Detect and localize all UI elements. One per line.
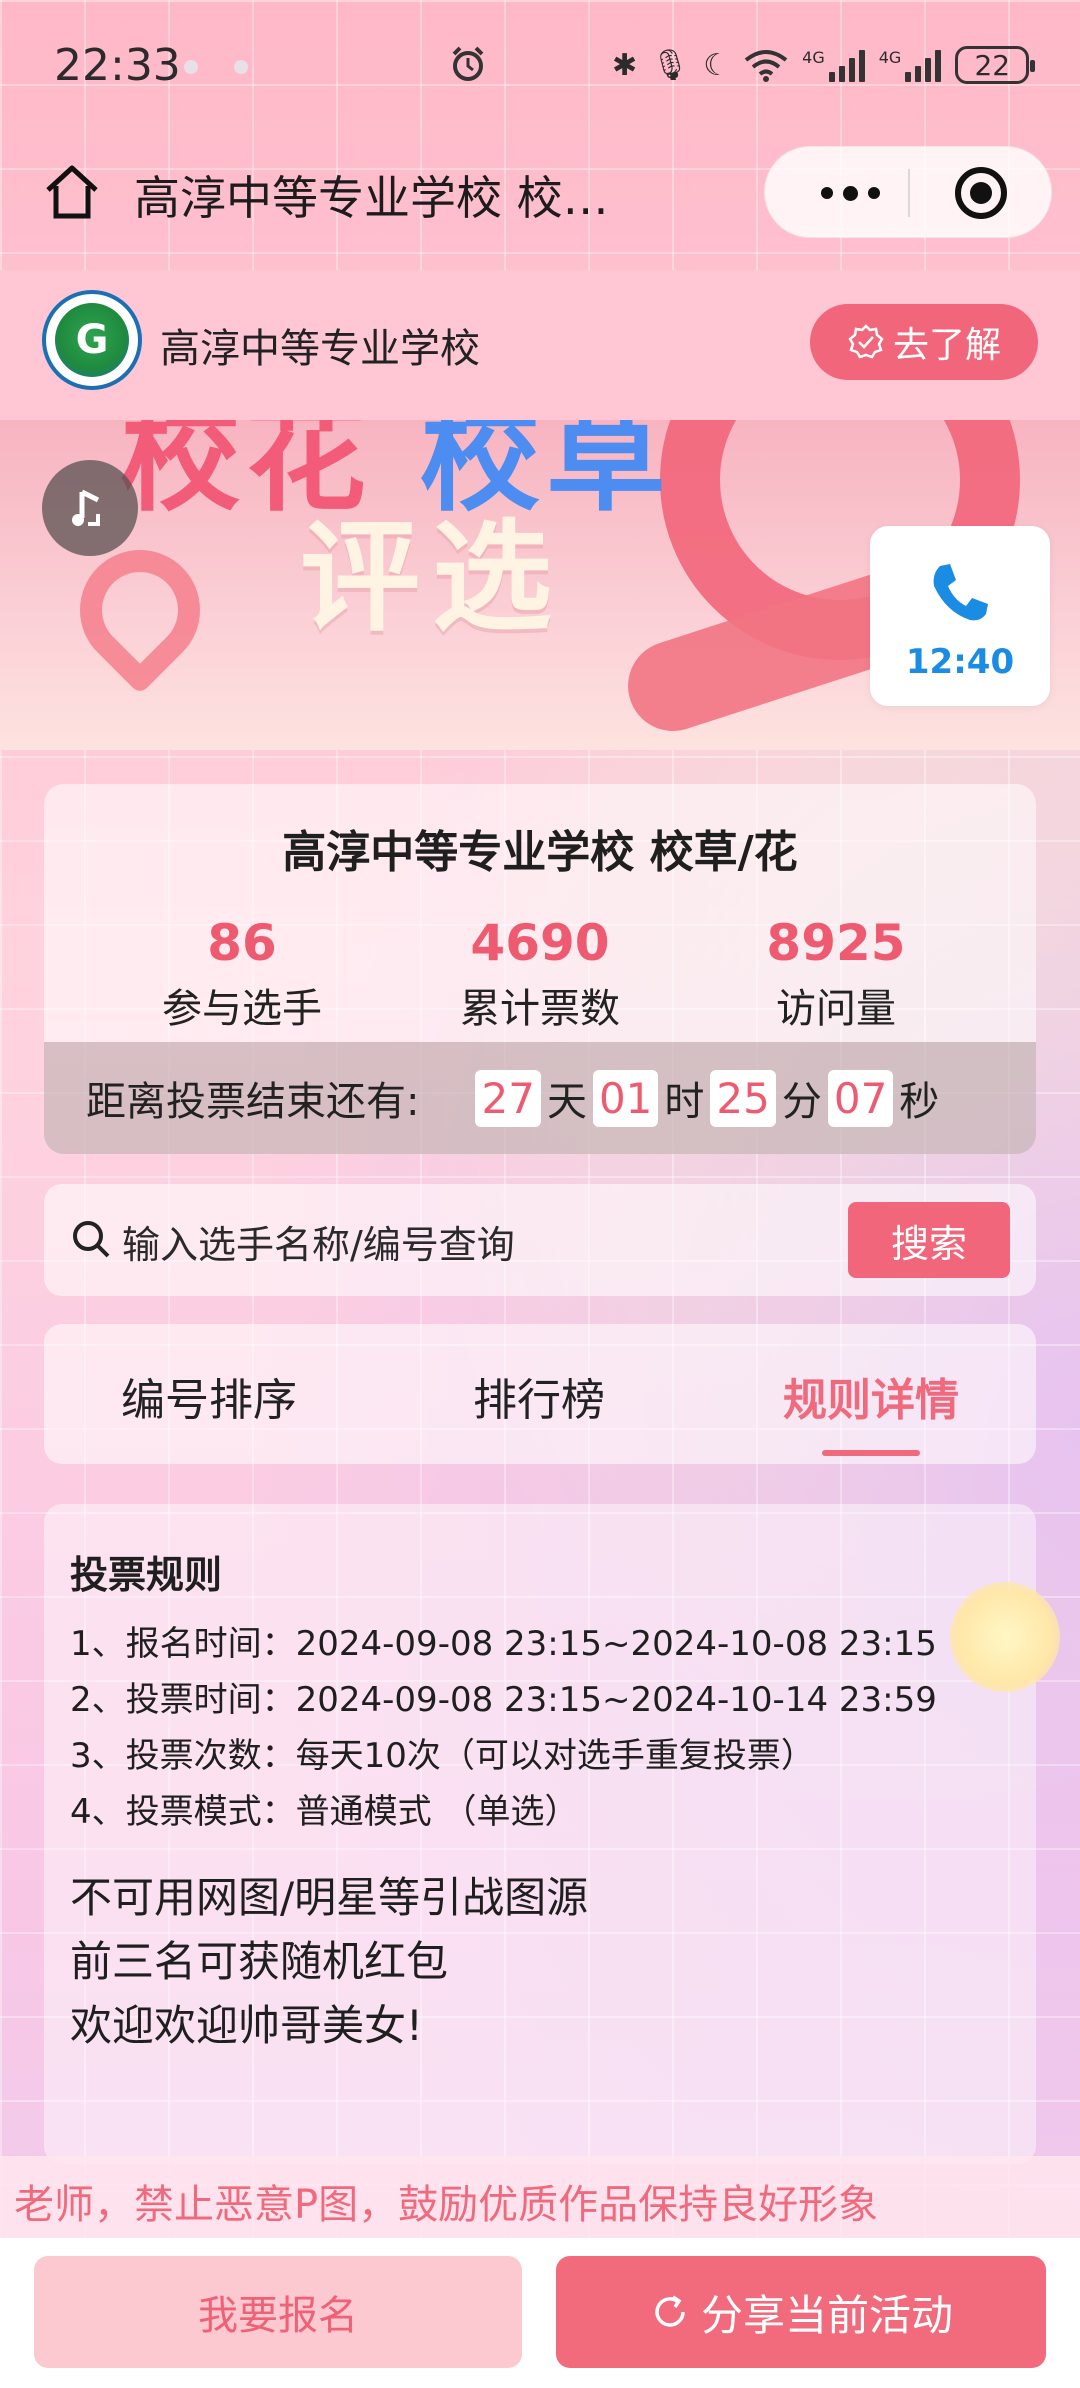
do-not-disturb-icon: ☾ bbox=[703, 47, 731, 83]
music-button[interactable] bbox=[42, 460, 138, 556]
phone-icon bbox=[933, 564, 988, 621]
bottom-action-bar: 我要报名 分享当前活动 bbox=[0, 2238, 1080, 2388]
music-note-icon bbox=[72, 489, 100, 526]
stat-label: 累计票数 bbox=[460, 986, 620, 1032]
countdown-minutes: 25 bbox=[710, 1069, 776, 1127]
more-icon[interactable] bbox=[805, 171, 895, 215]
status-time: 22:33 bbox=[54, 40, 181, 91]
notice-marquee: 老师，禁止恶意P图，鼓励优质作品保持良好形象 bbox=[0, 2156, 1080, 2238]
wifi-icon bbox=[744, 50, 788, 82]
stat-label: 访问量 bbox=[776, 986, 896, 1032]
countdown-seconds: 07 bbox=[827, 1069, 894, 1127]
tab-active-indicator bbox=[822, 1450, 920, 1456]
stat-total-votes: 4690 累计票数 bbox=[390, 914, 690, 1034]
mini-program-capsule bbox=[764, 146, 1052, 238]
tab-leaderboard[interactable]: 排行榜 bbox=[374, 1364, 704, 1428]
rule-line: 2、投票时间：2024-09-08 23:15~2024-10-14 23:59 bbox=[70, 1680, 937, 1720]
rule-line: 1、报名时间：2024-09-08 23:15~2024-10-08 23:15 bbox=[70, 1624, 937, 1664]
countdown-days: 27 bbox=[475, 1069, 541, 1127]
call-widget[interactable]: 12:40 bbox=[870, 526, 1050, 706]
rules-heading: 投票规则 bbox=[70, 1553, 223, 1597]
countdown-hours-unit: 时 bbox=[664, 1079, 705, 1125]
stats-card: 高淳中等专业学校 校草/花 86 参与选手 4690 累计票数 8925 访问量… bbox=[44, 784, 1036, 1154]
close-target-icon[interactable] bbox=[955, 167, 1007, 219]
home-icon[interactable] bbox=[40, 160, 104, 224]
stat-visits: 8925 访问量 bbox=[686, 914, 986, 1034]
page-title: 高淳中等专业学校 校… bbox=[134, 171, 609, 225]
bluetooth-icon: ✱ bbox=[612, 47, 638, 83]
countdown-hours: 01 bbox=[592, 1069, 659, 1127]
countdown-label: 距离投票结束还有: bbox=[86, 1079, 420, 1125]
badge-check-icon bbox=[848, 324, 884, 359]
battery-icon: 22 bbox=[955, 46, 1036, 84]
tab-bar: 编号排序 排行榜 规则详情 bbox=[44, 1324, 1036, 1464]
notification-dot-icon bbox=[184, 60, 198, 74]
rule-note: 不可用网图/明星等引战图源 bbox=[70, 1873, 589, 1922]
learn-more-button[interactable]: 去了解 bbox=[810, 304, 1038, 380]
search-button[interactable]: 搜索 bbox=[848, 1202, 1010, 1278]
call-time: 12:40 bbox=[905, 642, 1015, 682]
stat-value: 86 bbox=[207, 914, 277, 972]
notification-dot-icon bbox=[234, 60, 248, 74]
notice-text: 老师，禁止恶意P图，鼓励优质作品保持良好形象 bbox=[14, 2182, 879, 2228]
capsule-divider bbox=[908, 169, 910, 217]
school-logo: G bbox=[42, 290, 142, 390]
stat-label: 参与选手 bbox=[162, 986, 322, 1032]
search-icon bbox=[73, 1221, 110, 1258]
signup-button[interactable]: 我要报名 bbox=[34, 2256, 522, 2368]
countdown: 距离投票结束还有: 27 天 01 时 25 分 07 秒 bbox=[44, 1042, 1036, 1154]
banner-title: 评选 bbox=[300, 509, 564, 648]
activity-title: 高淳中等专业学校 校草/花 bbox=[282, 827, 798, 878]
signal-2-icon: 4G bbox=[879, 48, 942, 82]
rule-line: 4、投票模式：普通模式 （单选） bbox=[70, 1792, 579, 1832]
stat-participants: 86 参与选手 bbox=[92, 914, 392, 1034]
share-refresh-icon bbox=[655, 2295, 685, 2327]
rule-note: 前三名可获随机红包 bbox=[70, 1937, 449, 1986]
search-input[interactable]: 输入选手名称/编号查询 bbox=[122, 1214, 515, 1269]
countdown-minutes-unit: 分 bbox=[781, 1079, 822, 1125]
stat-value: 4690 bbox=[470, 914, 610, 972]
signal-1-icon: 4G bbox=[802, 48, 865, 82]
search-bar: 输入选手名称/编号查询 搜索 bbox=[44, 1184, 1036, 1296]
status-bar: 22:33 ✱ 🎙 ☾ 4G 4G 22 bbox=[0, 0, 1080, 140]
school-name: 高淳中等专业学校 bbox=[160, 326, 480, 372]
rules-card: 投票规则 1、报名时间：2024-09-08 23:15~2024-10-08 … bbox=[44, 1504, 1036, 2164]
tab-number-sort[interactable]: 编号排序 bbox=[44, 1364, 374, 1428]
countdown-days-unit: 天 bbox=[546, 1079, 587, 1125]
decor-orb bbox=[950, 1582, 1060, 1692]
status-icons: ✱ 🎙 ☾ 4G 4G 22 bbox=[612, 40, 1036, 90]
tab-rules[interactable]: 规则详情 bbox=[706, 1364, 1036, 1428]
countdown-seconds-unit: 秒 bbox=[899, 1079, 940, 1125]
rule-line: 3、投票次数：每天10次（可以对选手重复投票） bbox=[70, 1736, 815, 1776]
share-button[interactable]: 分享当前活动 bbox=[556, 2256, 1046, 2368]
rule-note: 欢迎欢迎帅哥美女! bbox=[70, 2001, 423, 2050]
stat-value: 8925 bbox=[766, 914, 906, 972]
microphone-icon: 🎙 bbox=[651, 47, 690, 83]
alarm-icon bbox=[452, 46, 484, 81]
